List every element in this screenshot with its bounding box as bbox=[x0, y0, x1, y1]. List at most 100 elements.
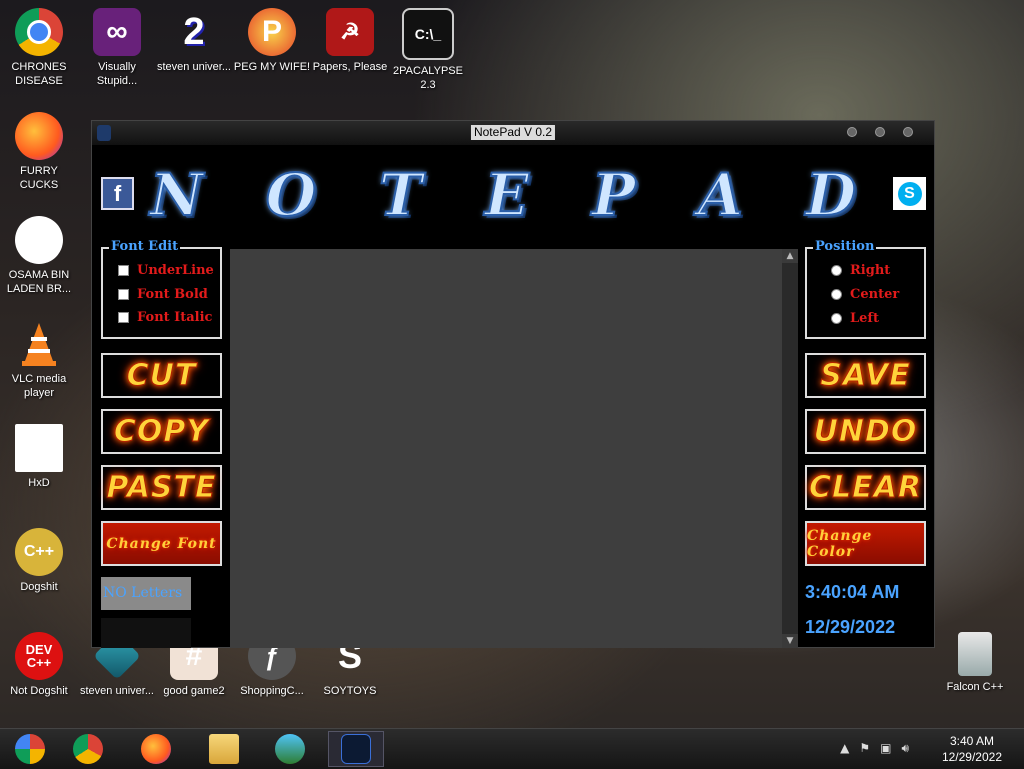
start-icon bbox=[15, 734, 45, 764]
hxd-icon: HxD bbox=[15, 424, 63, 472]
desktop-icon-label: Papers, Please bbox=[312, 61, 388, 73]
skype-icon[interactable]: S bbox=[893, 177, 926, 210]
start-button[interactable] bbox=[2, 731, 58, 767]
banner: f N O T E P A D S bbox=[92, 145, 934, 247]
flag-icon[interactable]: ⚑ bbox=[859, 741, 870, 756]
system-tray: ▲ ⚑ ▣ 🔊︎ bbox=[840, 741, 909, 756]
desktop-icon-papers[interactable]: ☭ Papers, Please bbox=[311, 8, 389, 74]
desktop-icon-label: FURRY CUCKS bbox=[19, 165, 59, 191]
title-bar[interactable]: NotePad V 0.2 bbox=[92, 121, 934, 145]
taskbar-time: 3:40 AM bbox=[949, 734, 994, 748]
desktop-icon-label: OSAMA BIN LADEN BR... bbox=[6, 269, 72, 295]
scroll-down-icon[interactable]: ▼ bbox=[782, 634, 798, 648]
radio-circle[interactable] bbox=[831, 313, 842, 324]
desktop-icon-label: Falcon C++ bbox=[946, 681, 1004, 693]
italic-checkbox[interactable]: Font Italic bbox=[118, 310, 212, 325]
notepad-window: NotePad V 0.2 f N O T E P A D S Font Edi… bbox=[91, 120, 935, 648]
desktop-icon-label: Not Dogshit bbox=[10, 685, 68, 697]
cut-button[interactable]: CUT bbox=[101, 353, 222, 398]
right-label: Right bbox=[850, 263, 891, 278]
desktop-icon-osama[interactable]: ◐ OSAMA BIN LADEN BR... bbox=[0, 216, 78, 296]
undo-button[interactable]: UNDO bbox=[805, 409, 926, 454]
left-radio[interactable]: Left bbox=[831, 311, 879, 326]
desktop-icon-vlc[interactable]: VLC media player bbox=[0, 320, 78, 400]
bold-checkbox[interactable]: Font Bold bbox=[118, 287, 208, 302]
change-color-button[interactable]: Change Color bbox=[805, 521, 926, 566]
notepad-app-icon bbox=[341, 734, 371, 764]
change-font-button[interactable]: Change Font bbox=[101, 521, 222, 566]
save-button[interactable]: SAVE bbox=[805, 353, 926, 398]
desktop-icon-hxd[interactable]: HxD HxD bbox=[0, 424, 78, 490]
notepad-logo: N O T E P A D bbox=[149, 160, 860, 230]
desktop-icon-falcon[interactable]: Falcon C++ bbox=[936, 632, 1014, 694]
taskbar-notepad[interactable] bbox=[328, 731, 384, 767]
right-radio[interactable]: Right bbox=[831, 263, 890, 278]
taskbar-date: 12/29/2022 bbox=[941, 750, 1002, 764]
desktop-icon-label: HxD bbox=[28, 477, 50, 489]
scroll-up-icon[interactable]: ▲ bbox=[782, 249, 798, 263]
facebook-icon[interactable]: f bbox=[101, 177, 134, 210]
folder-icon bbox=[209, 734, 239, 764]
app-icon bbox=[97, 125, 111, 141]
desktop-icon-dogshit[interactable]: C++ Dogshit bbox=[0, 528, 78, 594]
desktop-icon-furry[interactable]: FURRY CUCKS bbox=[0, 112, 78, 192]
desktop-icon-label: Dogshit bbox=[20, 581, 58, 593]
clock-time: 3:40:04 AM bbox=[805, 582, 900, 602]
papers-please-icon: ☭ bbox=[326, 8, 374, 56]
desktop-icon-peg[interactable]: P PEG MY WIFE! bbox=[233, 8, 311, 74]
checkbox-box[interactable] bbox=[118, 265, 129, 276]
left-label: Left bbox=[850, 311, 880, 326]
copy-button[interactable]: COPY bbox=[101, 409, 222, 454]
font-edit-legend: Font Edit bbox=[109, 239, 181, 254]
editor-textarea[interactable] bbox=[230, 249, 798, 648]
desktop-icon-label: steven univer... bbox=[80, 685, 154, 697]
clear-button[interactable]: CLEAR bbox=[805, 465, 926, 510]
firefox-icon bbox=[15, 112, 63, 160]
paste-button[interactable]: PASTE bbox=[101, 465, 222, 510]
taskbar-explorer[interactable] bbox=[196, 731, 252, 767]
desktop-icon-steven-1[interactable]: 2 steven univer... bbox=[155, 8, 233, 74]
taskbar-people[interactable] bbox=[262, 731, 318, 767]
checkbox-box[interactable] bbox=[118, 289, 129, 300]
desktop-icon-2pacalypse[interactable]: C:\_ 2PACALYPSE 2.3 bbox=[389, 8, 467, 92]
firefox-icon bbox=[141, 734, 171, 764]
desktop-icon-label: SOYTOYS bbox=[323, 685, 377, 697]
letters-count-label: NO Letters bbox=[101, 577, 191, 610]
cpp-icon: C++ bbox=[15, 528, 63, 576]
taskbar-chrome[interactable] bbox=[60, 731, 116, 767]
devcpp-icon: DEV C++ bbox=[15, 632, 63, 680]
position-group: Position Right Center Left bbox=[805, 239, 926, 339]
center-radio[interactable]: Center bbox=[831, 287, 899, 302]
desktop-icon-not-dogshit[interactable]: DEV C++ Not Dogshit bbox=[0, 632, 78, 698]
desktop-icon-label: good game2 bbox=[163, 685, 225, 697]
recycle-bin-icon bbox=[958, 632, 992, 676]
network-icon[interactable]: ▣ bbox=[880, 741, 891, 756]
editor-scrollbar[interactable]: ▲ ▼ bbox=[782, 249, 798, 648]
visual-studio-icon: ∞ bbox=[93, 8, 141, 56]
font-edit-group: Font Edit UnderLine Font Bold Font Itali… bbox=[101, 239, 222, 339]
letters-box bbox=[101, 618, 191, 648]
underline-label: UnderLine bbox=[137, 263, 214, 278]
maximize-button[interactable] bbox=[875, 127, 885, 137]
taskbar-clock[interactable]: 3:40 AM 12/29/2022 bbox=[942, 733, 1002, 765]
underline-checkbox[interactable]: UnderLine bbox=[118, 263, 214, 278]
desktop-icon-visual-studio[interactable]: ∞ Visually Stupid... bbox=[78, 8, 156, 88]
volume-icon[interactable]: 🔊︎ bbox=[901, 741, 909, 756]
close-button[interactable] bbox=[903, 127, 913, 137]
taskbar-firefox[interactable] bbox=[128, 731, 184, 767]
minimize-button[interactable] bbox=[847, 127, 857, 137]
obama-logo-icon: ◐ bbox=[15, 216, 63, 264]
chrome-icon bbox=[15, 8, 63, 56]
position-legend: Position bbox=[813, 239, 877, 254]
bold-label: Font Bold bbox=[137, 287, 208, 302]
desktop-icon-label: CHRONES DISEASE bbox=[11, 61, 67, 87]
vlc-icon bbox=[15, 320, 63, 368]
radio-circle[interactable] bbox=[831, 289, 842, 300]
desktop-icon-chrones[interactable]: CHRONES DISEASE bbox=[0, 8, 78, 88]
desktop-icon-label: PEG MY WIFE! bbox=[233, 61, 311, 73]
people-icon bbox=[275, 734, 305, 764]
checkbox-box[interactable] bbox=[118, 312, 129, 323]
radio-circle[interactable] bbox=[831, 265, 842, 276]
chevron-up-icon[interactable]: ▲ bbox=[840, 741, 849, 756]
desktop-icon-label: ShoppingC... bbox=[240, 685, 304, 697]
